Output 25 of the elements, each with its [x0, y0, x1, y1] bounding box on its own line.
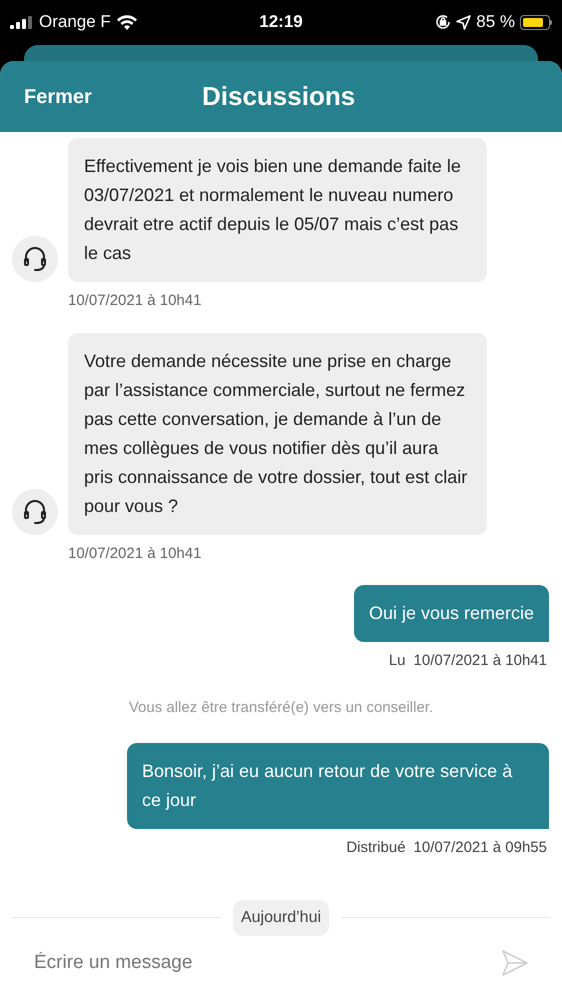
agent-message-bubble: Votre demande nécessite une prise en charge par l’assistance commerciale, surtout ne fermez pas cette conversation, je demande à l’un de mes collègues de vous notifier dès qu’il aura pris connaissance de votre dossier, tout est clair pour vous ? — [68, 332, 487, 535]
signal-icon — [10, 16, 34, 28]
location-icon — [456, 14, 472, 30]
message-status: Lu — [388, 651, 406, 672]
system-notice: Vous allez être transféré(e) vers un conseiller. — [128, 698, 434, 718]
close-button[interactable]: Fermer — [24, 82, 92, 112]
message-timestamp: 10/07/2021 à 10h41 — [68, 291, 202, 312]
message-timestamp: 10/07/2021 à 10h41 — [414, 651, 547, 672]
page-title: Discussions — [202, 80, 356, 114]
wifi-icon — [116, 14, 138, 30]
headset-icon — [23, 246, 47, 272]
date-divider-label: Aujourd’hui — [232, 900, 330, 936]
carrier-name: Orange F — [39, 11, 111, 34]
message-timestamp: 10/07/2021 à 09h55 — [414, 838, 547, 858]
send-icon[interactable] — [502, 950, 528, 976]
user-message-bubble: Bonsoir, j’ai eu aucun retour de votre service à ce jour — [127, 743, 549, 830]
headset-icon — [23, 498, 47, 525]
message-status: Distribué — [346, 838, 406, 858]
user-message-bubble: Oui je vous remercie — [354, 585, 549, 642]
battery-percentage: 85 % — [476, 11, 516, 34]
battery-icon — [520, 14, 552, 30]
rotation-lock-icon — [435, 14, 452, 30]
clock-time: 12:19 — [259, 11, 303, 34]
message-timestamp: 10/07/2021 à 10h41 — [68, 544, 202, 564]
agent-message-bubble: Effectivement je vois bien une demande faite le 03/07/2021 et normalement le nuveau numero devrait etre actif depuis le 05/07 mais c’est pas le cas — [68, 138, 487, 282]
